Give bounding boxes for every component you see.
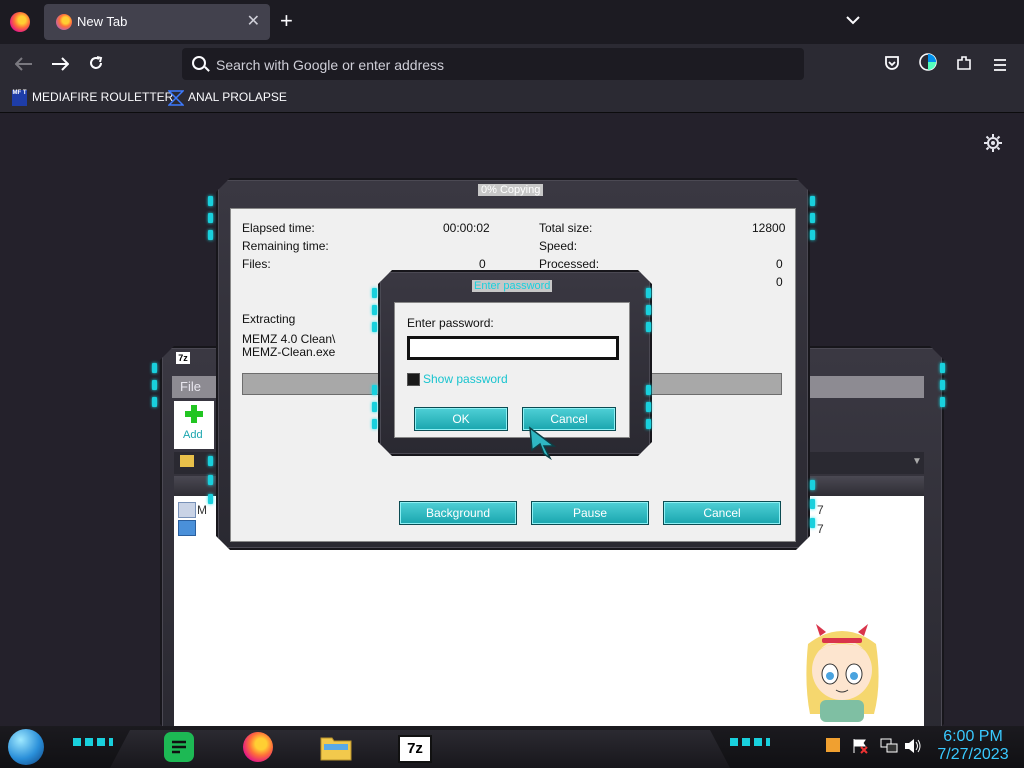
tab-title: New Tab [77, 14, 128, 29]
sevenzip-taskbar-icon[interactable]: 7z [398, 735, 432, 763]
total-size-value: 12800 [752, 221, 786, 235]
app-menu-button[interactable] [987, 52, 1013, 78]
back-arrow-icon [14, 57, 32, 71]
account-icon [919, 53, 937, 71]
tray-app-icon[interactable] [826, 738, 840, 752]
file-icon [178, 520, 196, 536]
taskbar-accent-left [73, 738, 113, 746]
account-button[interactable] [915, 52, 941, 78]
files-label: Files: [242, 257, 271, 271]
puzzle-icon [957, 56, 971, 70]
search-icon [192, 56, 206, 70]
pocket-button[interactable] [879, 52, 905, 78]
back-button[interactable] [11, 52, 37, 78]
processed-label: Processed: [539, 257, 600, 271]
file-icon [178, 502, 196, 518]
extracting-label: Extracting [242, 312, 296, 326]
mediafire-icon: MF T [12, 90, 27, 106]
list-all-tabs-button[interactable] [846, 12, 860, 30]
taskbar-clock[interactable]: 6:00 PM 7/27/2023 [928, 728, 1018, 764]
processed-value: 0 [776, 257, 783, 271]
forward-button[interactable] [47, 52, 73, 78]
path-dropdown-icon[interactable]: ▼ [912, 456, 922, 467]
firefox-taskbar-icon[interactable] [243, 732, 273, 762]
firefox-icon[interactable] [10, 12, 30, 32]
enter-password-label: Enter password: [407, 316, 494, 330]
bookmark-anal-prolapse[interactable]: ANAL PROLAPSE [188, 90, 287, 104]
sevenzip-app-icon: 7z [176, 352, 190, 364]
reload-button[interactable] [83, 52, 109, 78]
elapsed-time-value: 00:00:02 [443, 221, 490, 235]
folder-up-icon[interactable] [180, 455, 194, 467]
remaining-time-label: Remaining time: [242, 239, 329, 253]
elapsed-time-label: Elapsed time: [242, 221, 315, 235]
files-value: 0 [479, 257, 486, 271]
notes-app-icon[interactable] [164, 732, 194, 762]
tab-close-icon[interactable]: ✕ [247, 11, 260, 31]
clock-date: 7/27/2023 [937, 746, 1009, 763]
list-item-value: 7 [817, 522, 824, 536]
extracting-path-line-2: MEMZ-Clean.exe [242, 345, 336, 359]
bookmark-mediafire-rouletter[interactable]: MEDIAFIRE ROULETTER [32, 90, 173, 104]
pocket-icon [885, 56, 899, 70]
flag-notification-icon[interactable] [852, 738, 868, 754]
star-butterfly-character-sticker [790, 614, 894, 726]
extra-value: 0 [776, 275, 783, 289]
total-size-label: Total size: [539, 221, 593, 235]
volume-icon[interactable] [904, 738, 922, 754]
hamburger-menu-icon [994, 59, 1006, 71]
bookmark-shape-icon [167, 90, 185, 106]
list-item-value: 7 [817, 503, 824, 517]
pause-button[interactable]: Pause [531, 501, 649, 525]
copy-dialog-title: 0% Copying [478, 184, 544, 196]
speed-label: Speed: [539, 239, 578, 253]
add-toolbar-button[interactable]: Add [174, 401, 214, 449]
cancel-copy-button[interactable]: Cancel [663, 501, 781, 525]
extensions-button[interactable] [951, 52, 977, 78]
taskbar-accent-right [730, 738, 770, 746]
menu-file[interactable]: File [180, 379, 201, 394]
password-ok-button[interactable]: OK [414, 407, 508, 431]
chevron-down-icon [846, 16, 860, 25]
background-button[interactable]: Background [399, 501, 517, 525]
add-plus-icon [185, 405, 203, 423]
add-button-label: Add [183, 429, 203, 441]
password-input[interactable] [407, 336, 619, 360]
list-item-name[interactable]: M [197, 503, 207, 517]
password-dialog-title: Enter password [472, 280, 553, 292]
extracting-path-line-1: MEMZ 4.0 Clean\ [242, 332, 336, 346]
show-password-checkbox[interactable] [407, 373, 420, 386]
mouse-cursor-icon [528, 426, 558, 465]
start-button[interactable] [8, 729, 44, 765]
show-password-label[interactable]: Show password [423, 372, 508, 386]
tab-new-tab[interactable]: New Tab ✕ [44, 4, 270, 40]
address-bar-placeholder: Search with Google or enter address [216, 57, 445, 73]
clock-time: 6:00 PM [943, 728, 1003, 745]
new-tab-button[interactable]: + [280, 10, 293, 32]
reload-icon [90, 56, 103, 69]
network-icon[interactable] [880, 738, 898, 754]
file-explorer-icon[interactable] [320, 732, 352, 762]
gear-icon[interactable] [984, 134, 1002, 157]
forward-arrow-icon [52, 57, 70, 71]
address-bar[interactable]: Search with Google or enter address [182, 48, 804, 80]
firefox-tab-icon [56, 14, 72, 30]
